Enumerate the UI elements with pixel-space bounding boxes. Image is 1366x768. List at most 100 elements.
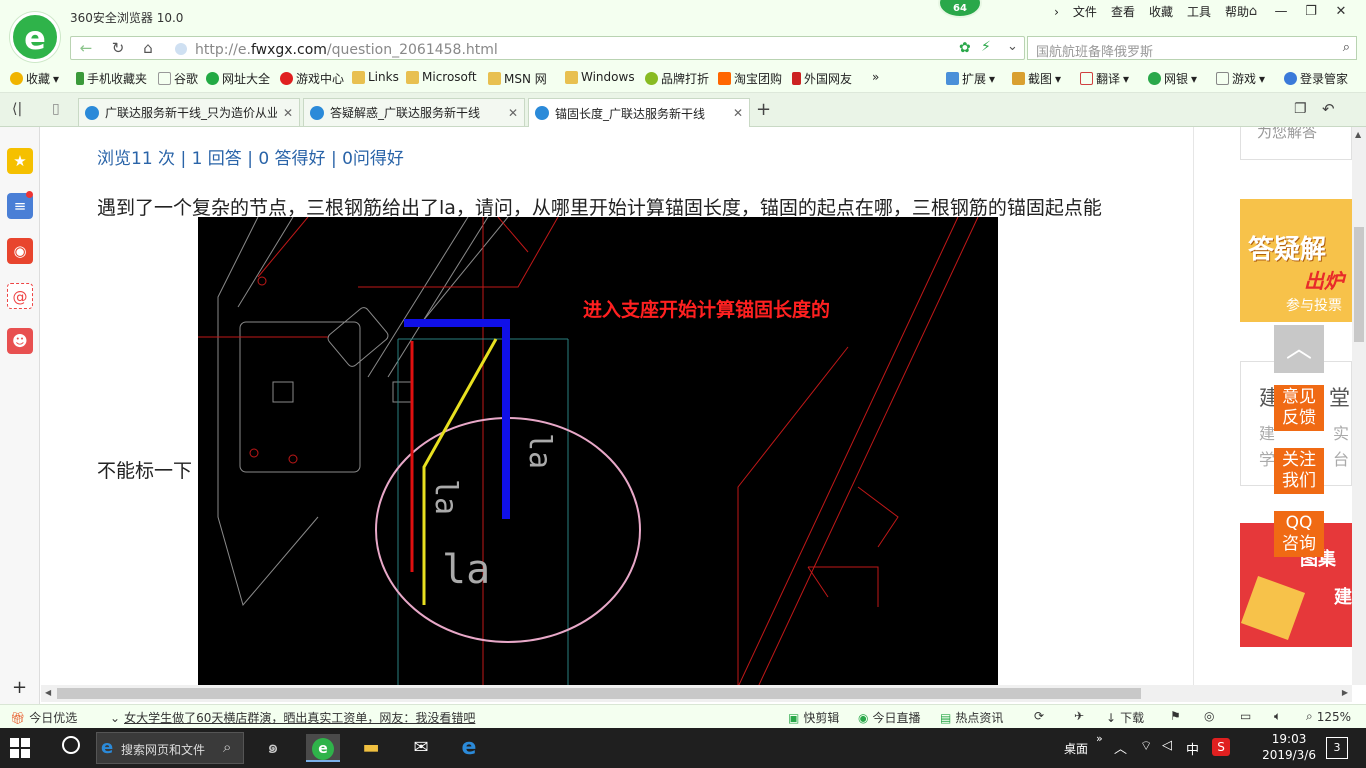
new-tab-icon[interactable]: + [756, 99, 771, 120]
login-manager-button[interactable]: 登录管家 [1284, 70, 1348, 87]
feedback-button[interactable]: 意见 反馈 [1274, 385, 1324, 431]
close-button[interactable]: ✕ [1326, 0, 1356, 24]
search-icon[interactable]: ⌕ [1343, 40, 1350, 55]
menu-favorites[interactable]: 收藏 [1142, 4, 1180, 20]
speed-mode-icon[interactable]: ⚡ [981, 39, 991, 55]
game-center-icon[interactable]: ☻ [7, 328, 33, 354]
tray-up-icon[interactable]: ︿ [1114, 738, 1127, 757]
horizontal-scrollbar[interactable]: ◀ ▶ [41, 685, 1352, 702]
back-to-top-button[interactable]: ︿ [1274, 325, 1324, 373]
browser-logo-icon[interactable]: e [10, 12, 60, 62]
live-button[interactable]: ◉ 今日直播 [858, 709, 921, 726]
add-sidebar-icon[interactable]: + [12, 677, 27, 698]
dropdown-icon[interactable]: ⌄ [1007, 39, 1018, 54]
bookmark-microsoft[interactable]: Microsoft [406, 70, 477, 84]
qq-consult-button[interactable]: QQ 咨询 [1274, 511, 1324, 557]
more-bookmarks-icon[interactable]: » [872, 70, 879, 84]
bank-button[interactable]: 网银 ▾ [1148, 70, 1197, 87]
ad-banner-qa[interactable]: 答疑解 出炉 参与投票 [1240, 199, 1352, 322]
tab-1[interactable]: 广联达服务新干线_只为造价从业 ✕ [78, 98, 300, 126]
scroll-left-icon[interactable]: ◀ [45, 688, 51, 697]
pin-icon[interactable]: ✈ [1074, 709, 1084, 723]
favorites-star-icon[interactable]: ★ [7, 148, 33, 174]
tab-close-icon[interactable]: ✕ [283, 106, 293, 120]
360-browser-taskbar-icon[interactable]: e [306, 734, 340, 762]
bookmark-mobile[interactable]: 手机收藏夹 [76, 70, 147, 87]
search-input[interactable]: 国航航班备降俄罗斯 [1036, 41, 1153, 60]
home-icon[interactable]: ⌂ [135, 37, 161, 59]
horizontal-scroll-thumb[interactable] [57, 688, 1141, 699]
mail-icon[interactable]: ✉ [406, 734, 436, 762]
site-info-icon[interactable] [175, 43, 187, 55]
browser-icon[interactable]: ◎ [1204, 709, 1214, 723]
windows-start-icon[interactable] [10, 738, 30, 758]
bookmark-games[interactable]: 游戏中心 [280, 70, 344, 87]
overflow-icon[interactable]: » [1096, 732, 1103, 745]
skin-icon[interactable]: ⌂ [1238, 0, 1268, 24]
wifi-icon[interactable]: ⌔ [1140, 738, 1152, 754]
tab-list-icon[interactable]: ❐ [1294, 101, 1307, 117]
notification-badge[interactable]: 64 [938, 0, 982, 18]
screenshot-button[interactable]: 截图 ▾ [1012, 70, 1061, 87]
translate-button[interactable]: 翻译 ▾ [1080, 70, 1129, 87]
tab-close-icon[interactable]: ✕ [508, 106, 518, 120]
weibo-icon[interactable]: ◉ [7, 238, 33, 264]
address-bar[interactable]: ← ↻ ⌂ http://e.fwxgx.com/question_206145… [70, 36, 1025, 60]
edge-icon[interactable]: e [454, 734, 484, 762]
menu-view[interactable]: 查看 [1104, 4, 1142, 20]
menu-arrow-icon[interactable]: › [1047, 4, 1066, 20]
bookmark-links[interactable]: Links [352, 70, 399, 84]
menu-file[interactable]: 文件 [1066, 4, 1104, 20]
taskbar-search[interactable]: e 搜索网页和文件 ⌕ [96, 732, 244, 764]
mobile-icon[interactable]: ▯ [52, 101, 60, 117]
bookmark-google[interactable]: 谷歌 [158, 70, 198, 87]
volume-icon[interactable]: ◁ [1162, 738, 1172, 753]
security-shield-icon[interactable]: ✿ [959, 40, 971, 56]
scroll-up-icon[interactable]: ▲ [1355, 130, 1361, 139]
games-button[interactable]: 游戏 ▾ [1216, 70, 1265, 87]
zoom-control[interactable]: ⌕ 125% [1306, 709, 1351, 724]
search-box[interactable]: 国航航班备降俄罗斯 ⌕ [1027, 36, 1357, 60]
bookmark-nav[interactable]: 网址大全 [206, 70, 270, 87]
tab-2[interactable]: 答疑解惑_广联达服务新干线 ✕ [303, 98, 525, 126]
window-icon[interactable]: ▭ [1240, 709, 1251, 723]
ad-box-1[interactable]: 为您解答 [1240, 127, 1352, 160]
flag-icon[interactable]: ⚑ [1170, 709, 1181, 723]
news-ticker[interactable]: ⌄ 女大学生做了60天横店群演，晒出真实工资单，网友：我没看错吧 [110, 709, 475, 726]
bookmark-msn[interactable]: MSN 网 [488, 70, 547, 87]
speed-icon[interactable]: ⟳ [1034, 709, 1044, 723]
notification-center[interactable]: 3 [1326, 737, 1348, 759]
refresh-icon[interactable]: ↻ [105, 37, 131, 59]
bookmark-brand[interactable]: 品牌打折 [645, 70, 709, 87]
tab-close-icon[interactable]: ✕ [733, 106, 743, 120]
scroll-right-icon[interactable]: ▶ [1342, 688, 1348, 697]
desktop-label[interactable]: 桌面 [1064, 740, 1088, 757]
bookmark-favorites[interactable]: 收藏 ▾ [10, 70, 59, 87]
undo-close-icon[interactable]: ↶ [1322, 100, 1335, 118]
sidebar-toggle-icon[interactable]: ⟨| [12, 101, 22, 117]
download-button[interactable]: ↓ 下载 [1106, 709, 1144, 726]
maximize-button[interactable]: ❐ [1296, 0, 1326, 24]
hot-news-button[interactable]: ▤ 热点资讯 [940, 709, 1003, 726]
back-icon[interactable]: ← [73, 37, 99, 59]
vertical-scrollbar[interactable]: ▲ [1352, 127, 1366, 685]
system-clock[interactable]: 19:03 2019/3/6 [1262, 731, 1316, 763]
extensions-button[interactable]: 扩展 ▾ [946, 70, 995, 87]
email-icon[interactable]: @ [7, 283, 33, 309]
volume-icon[interactable]: 🔈︎ [1274, 709, 1281, 724]
minimize-button[interactable]: — [1266, 0, 1296, 24]
follow-us-button[interactable]: 关注 我们 [1274, 448, 1324, 494]
swirl-app-icon[interactable]: ๑ [258, 734, 288, 762]
tab-3[interactable]: 锚固长度_广联达服务新干线 ✕ [528, 98, 750, 127]
menu-tools[interactable]: 工具 [1180, 4, 1218, 20]
ime-indicator[interactable]: 中 [1186, 739, 1199, 758]
bookmark-taobao[interactable]: 淘宝团购 [718, 70, 782, 87]
today-picks[interactable]: 🎁︎ 今日优选 [10, 709, 77, 726]
taskbar-search-input[interactable]: 搜索网页和文件 [121, 741, 205, 758]
bookmark-foreign[interactable]: 外国网友 [792, 70, 852, 87]
quick-edit-button[interactable]: ▣ 快剪辑 [788, 709, 839, 726]
file-explorer-icon[interactable]: ▬ [356, 734, 386, 762]
vertical-scroll-thumb[interactable] [1354, 227, 1364, 342]
bookmark-windows[interactable]: Windows [565, 70, 635, 84]
cortana-icon[interactable] [62, 736, 80, 754]
